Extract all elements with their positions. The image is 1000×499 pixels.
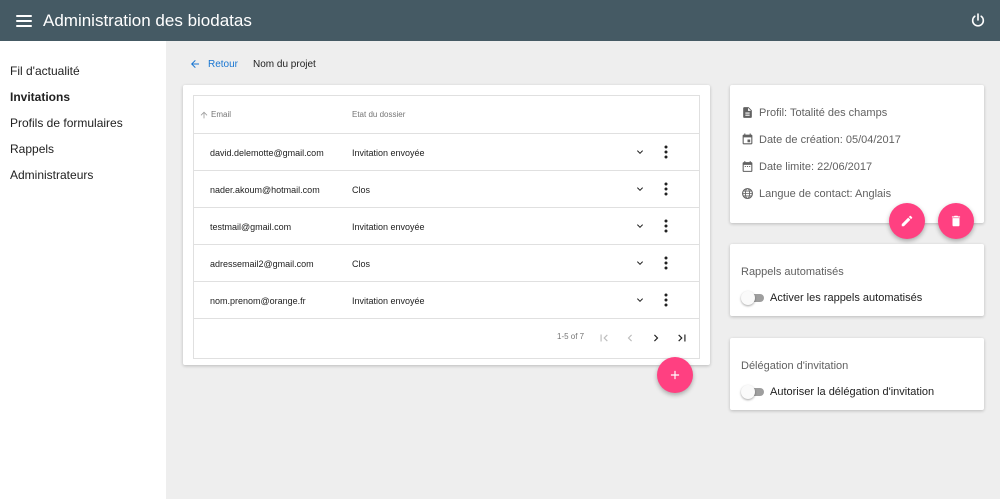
last-page-icon[interactable] xyxy=(675,331,689,345)
row-email: adressemail2@gmail.com xyxy=(210,258,314,269)
next-page-icon[interactable] xyxy=(649,331,663,345)
app-title: Administration des biodatas xyxy=(43,10,252,30)
more-vert-icon[interactable] xyxy=(660,145,672,159)
sidebar-item-invitations[interactable]: Invitations xyxy=(10,90,70,104)
delegation-card: Délégation d'invitation Autoriser la dél… xyxy=(730,338,984,410)
row-status: Invitation envoyée xyxy=(352,221,425,232)
globe-icon xyxy=(742,188,753,199)
edit-project-button[interactable] xyxy=(889,203,925,239)
info-deadline-text: Date limite: 22/06/2017 xyxy=(759,160,873,173)
reminders-switch[interactable] xyxy=(741,291,764,305)
power-icon[interactable] xyxy=(970,12,986,28)
row-email: testmail@gmail.com xyxy=(210,221,292,232)
invitations-table: Email Etat du dossier david.delemotte@gm… xyxy=(193,95,700,359)
reminders-toggle-label: Activer les rappels automatisés xyxy=(770,292,923,304)
row-email: nader.akoum@hotmail.com xyxy=(210,184,320,195)
row-email: nom.prenom@orange.fr xyxy=(210,295,306,306)
more-vert-icon[interactable] xyxy=(660,182,672,196)
sidebar-item-fil-actualite[interactable]: Fil d'actualité xyxy=(10,64,80,78)
arrow-back-icon xyxy=(191,60,199,68)
reminders-card: Rappels automatisés Activer les rappels … xyxy=(730,244,984,316)
reminders-title: Rappels automatisés xyxy=(741,266,844,278)
info-language-text: Langue de contact: Anglais xyxy=(759,187,892,200)
table-row: adressemail2@gmail.com Clos xyxy=(194,244,699,281)
table-row: testmail@gmail.com Invitation envoyée xyxy=(194,207,699,244)
row-status: Clos xyxy=(352,258,371,269)
delete-project-button[interactable] xyxy=(938,203,974,239)
sidebar-item-rappels[interactable]: Rappels xyxy=(10,142,54,156)
back-link[interactable]: Retour xyxy=(189,58,238,70)
delegation-toggle[interactable]: Autoriser la délégation d'invitation xyxy=(741,385,934,399)
delete-icon xyxy=(951,215,961,227)
first-page-icon[interactable] xyxy=(597,331,611,345)
info-created: Date de création: 05/04/2017 xyxy=(741,133,901,146)
info-profile-text: Profil: Totalité des champs xyxy=(759,106,888,119)
document-icon xyxy=(743,107,752,118)
info-language: Langue de contact: Anglais xyxy=(741,187,891,200)
column-header-email[interactable]: Email xyxy=(199,96,231,133)
row-status: Invitation envoyée xyxy=(352,147,425,158)
chevron-down-icon[interactable] xyxy=(634,220,646,232)
row-status: Clos xyxy=(352,184,371,195)
sidebar-item-administrateurs[interactable]: Administrateurs xyxy=(10,168,93,182)
delegation-toggle-label: Autoriser la délégation d'invitation xyxy=(770,386,935,398)
info-deadline: Date limite: 22/06/2017 xyxy=(741,160,872,173)
previous-page-icon[interactable] xyxy=(623,331,637,345)
more-vert-icon[interactable] xyxy=(660,256,672,270)
info-created-text: Date de création: 05/04/2017 xyxy=(759,133,901,146)
sort-arrow-icon xyxy=(200,111,208,118)
chevron-down-icon[interactable] xyxy=(634,146,646,158)
chevron-down-icon[interactable] xyxy=(634,257,646,269)
delegation-title: Délégation d'invitation xyxy=(741,360,849,372)
table-row: nader.akoum@hotmail.com Clos xyxy=(194,170,699,207)
row-email: david.delemotte@gmail.com xyxy=(210,147,324,158)
chevron-down-icon[interactable] xyxy=(634,294,646,306)
chevron-down-icon[interactable] xyxy=(634,183,646,195)
sidebar: Fil d'actualité Invitations Profils de f… xyxy=(0,41,166,499)
reminders-toggle[interactable]: Activer les rappels automatisés xyxy=(741,291,922,305)
calendar-icon xyxy=(742,161,753,172)
add-icon xyxy=(670,370,680,380)
delegation-switch[interactable] xyxy=(741,385,764,399)
table-row: david.delemotte@gmail.com Invitation env… xyxy=(194,133,699,170)
app-toolbar: Administration des biodatas xyxy=(0,0,1000,41)
column-header-status[interactable]: Etat du dossier xyxy=(352,96,405,133)
info-profile: Profil: Totalité des champs xyxy=(741,106,887,119)
back-label: Retour xyxy=(208,58,239,70)
pagination-range: 1-5 of 7 xyxy=(557,332,585,341)
edit-icon xyxy=(901,215,913,227)
table-row: nom.prenom@orange.fr Invitation envoyée xyxy=(194,281,699,318)
menu-icon[interactable] xyxy=(16,14,32,27)
invitations-table-card: Email Etat du dossier david.delemotte@gm… xyxy=(183,85,710,365)
column-header-email-label: Email xyxy=(211,110,232,119)
project-info-card: Profil: Totalité des champs Date de créa… xyxy=(730,85,984,223)
add-invitation-button[interactable] xyxy=(657,357,693,393)
more-vert-icon[interactable] xyxy=(660,219,672,233)
table-pagination: 1-5 of 7 xyxy=(194,318,699,358)
project-name: Nom du projet xyxy=(253,58,316,70)
sidebar-item-profils-formulaires[interactable]: Profils de formulaires xyxy=(10,116,123,130)
breadcrumb: Retour Nom du projet xyxy=(189,57,316,71)
more-vert-icon[interactable] xyxy=(660,293,672,307)
event-icon xyxy=(742,133,753,145)
row-status: Invitation envoyée xyxy=(352,295,425,306)
